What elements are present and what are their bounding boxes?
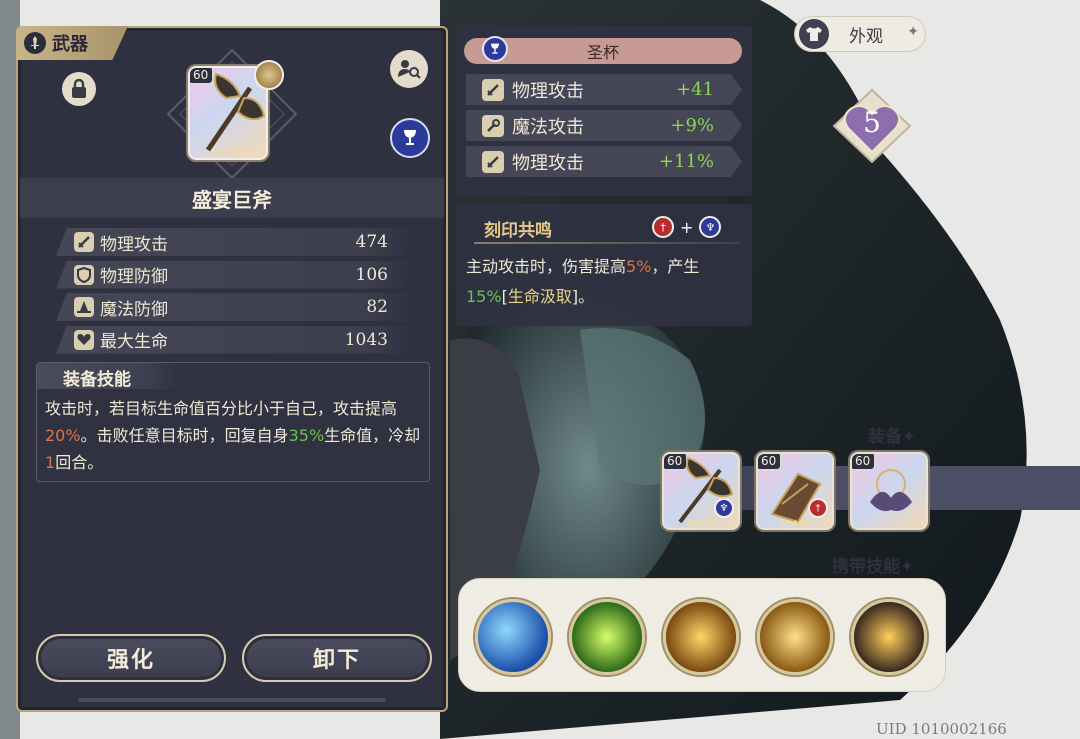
skill-slash-icon[interactable] [475, 599, 551, 675]
substat-name: 物理攻击 [512, 152, 584, 174]
weapon-detail-panel: 武器 60 ★★★★★ 盛宴巨斧 物理攻击 474 物理防御 106 魔法防御 … [16, 26, 448, 712]
sword-icon [24, 32, 46, 54]
scrollbar[interactable] [78, 698, 386, 702]
slot-stars: ★★★★★ [779, 518, 812, 527]
stat-value: 1043 [344, 329, 388, 350]
substat-name: 魔法攻击 [512, 116, 584, 138]
substat-value: +11% [658, 151, 714, 172]
skill-text-segment: 。击败任意目标时，回复自身 [80, 426, 289, 445]
resonance-title: 刻印共鸣 [484, 221, 552, 241]
lock-icon [72, 79, 86, 98]
substat-value: +41 [676, 79, 714, 100]
equipment-skill-box: 装备技能 攻击时，若目标生命值百分比小于自己，攻击提高 20%。击败任意目标时，回… [36, 362, 430, 482]
divider [474, 242, 740, 244]
slot-stars: ★★★★★ [685, 518, 718, 527]
sword-icon [482, 150, 504, 173]
compare-button[interactable] [390, 50, 428, 88]
skill-heal-percent: 35% [288, 426, 325, 445]
stat-value: 82 [366, 297, 388, 317]
skill-cross-icon[interactable] [569, 599, 645, 675]
heart-icon [74, 329, 94, 350]
resonance-text-segment: 主动攻击时，伤害提高 [466, 257, 627, 276]
weapon-tab-label: 武器 [52, 34, 88, 55]
appearance-button[interactable]: 外观 ✦ [794, 16, 926, 52]
grail-icon [482, 36, 508, 62]
appearance-label: 外观 [849, 26, 883, 47]
substat-row: 物理攻击 +41 [466, 74, 742, 105]
equipment-skill-description: 攻击时，若目标生命值百分比小于自己，攻击提高 20%。击败任意目标时，回复自身35… [45, 395, 421, 476]
equipment-slot-accessory[interactable]: 60 [850, 452, 928, 530]
lock-button[interactable] [62, 72, 96, 106]
skill-text-segment: 生命值，冷却 [324, 426, 421, 445]
equipment-slot-weapon[interactable]: 60 ♆ ★★★★★ [662, 452, 740, 530]
red-rune-icon: † [808, 498, 828, 518]
sparkle-icon: ✦ [907, 24, 919, 40]
skill-holy-sword-icon[interactable] [757, 599, 833, 675]
stat-name: 物理防御 [100, 267, 168, 287]
skill-attack-bonus: 20% [45, 426, 81, 445]
grail-header-label: 圣杯 [586, 43, 619, 62]
carry-skills-label: 携带技能✦ [832, 557, 915, 577]
resonance-runes: † + ♆ [652, 216, 722, 238]
resonance-text-segment: ]。 [571, 287, 595, 306]
carry-skills-tray [458, 578, 946, 692]
plus-sign: + [680, 217, 694, 237]
skill-cooldown: 1 [45, 453, 56, 472]
unequip-button[interactable]: 卸下 [242, 634, 432, 682]
stat-row-physical-attack: 物理攻击 474 [56, 228, 416, 256]
equipment-slot-armor[interactable]: 60 † ★★★★★ [756, 452, 834, 530]
skill-text-segment: 攻击时，若目标生命值百分比小于自己，攻击提高 [45, 399, 398, 418]
shirt-icon [799, 19, 829, 49]
substat-row: 魔法攻击 +9% [466, 110, 742, 141]
character-level: 5 [863, 106, 881, 139]
weapon-stats: 物理攻击 474 物理防御 106 魔法防御 82 最大生命 1043 [56, 228, 416, 358]
weapon-portrait-frame: 60 ★★★★★ [166, 48, 298, 180]
equipment-label: 装备✦ [868, 427, 917, 447]
substat-name: 物理攻击 [512, 80, 584, 102]
substat-row: 物理攻击 +11% [466, 146, 742, 177]
blue-grail-rune-icon: ♆ [714, 498, 734, 518]
weapon-name: 盛宴巨斧 [20, 178, 444, 218]
stat-name: 最大生命 [100, 332, 168, 352]
user-id: UID 1010002166 [876, 720, 1007, 738]
resonance-description: 主动攻击时，伤害提高5%，产生 15%[生命汲取]。 [466, 252, 742, 312]
weapon-tab: 武器 [16, 26, 128, 60]
sword-icon [482, 78, 504, 101]
blue-grail-rune-icon: ♆ [699, 216, 722, 238]
stat-row-magic-defense: 魔法防御 82 [56, 293, 416, 321]
equipment-skill-title: 装备技能 [37, 363, 177, 390]
stat-name: 魔法防御 [100, 299, 168, 320]
skill-lightning-icon[interactable] [851, 599, 927, 675]
resonance-effect-link[interactable]: 生命汲取 [508, 287, 572, 306]
character-level-badge: 5 [830, 86, 914, 166]
red-rune-icon: † [652, 216, 674, 238]
stat-name: 物理攻击 [100, 234, 168, 255]
weapon-rune-icon [254, 60, 284, 90]
grail-slot-badge[interactable] [390, 118, 430, 158]
stat-value: 106 [355, 264, 388, 285]
grail-header: 圣杯 [464, 36, 742, 64]
user-search-icon [398, 60, 421, 79]
resonance-lifesteal-percent: 15% [466, 287, 502, 306]
enhance-button[interactable]: 强化 [36, 634, 226, 682]
stat-row-physical-defense: 物理防御 106 [56, 260, 416, 289]
shield-icon [74, 264, 94, 285]
rune-resonance-panel: 刻印共鸣 † + ♆ 主动攻击时，伤害提高5%，产生 15%[生命汲取]。 [456, 204, 752, 326]
skill-text-segment: 回合。 [55, 453, 104, 472]
grail-icon [404, 130, 416, 145]
wand-icon [482, 114, 504, 137]
stat-row-max-hp: 最大生命 1043 [56, 325, 416, 354]
resonance-damage-bonus: 5% [626, 257, 652, 276]
resonance-text-segment: ，产生 [651, 257, 700, 276]
skill-sword-strike-icon[interactable] [663, 599, 739, 675]
weapon-stars: ★★★★★ [210, 146, 246, 156]
sword-icon [74, 232, 94, 252]
substat-value: +9% [670, 115, 714, 136]
winged-amulet-icon [870, 469, 912, 511]
stat-value: 474 [355, 232, 388, 252]
wizard-hat-icon [74, 297, 94, 317]
grail-substat-panel: 圣杯 物理攻击 +41 魔法攻击 +9% 物理攻击 +11% [456, 26, 752, 196]
